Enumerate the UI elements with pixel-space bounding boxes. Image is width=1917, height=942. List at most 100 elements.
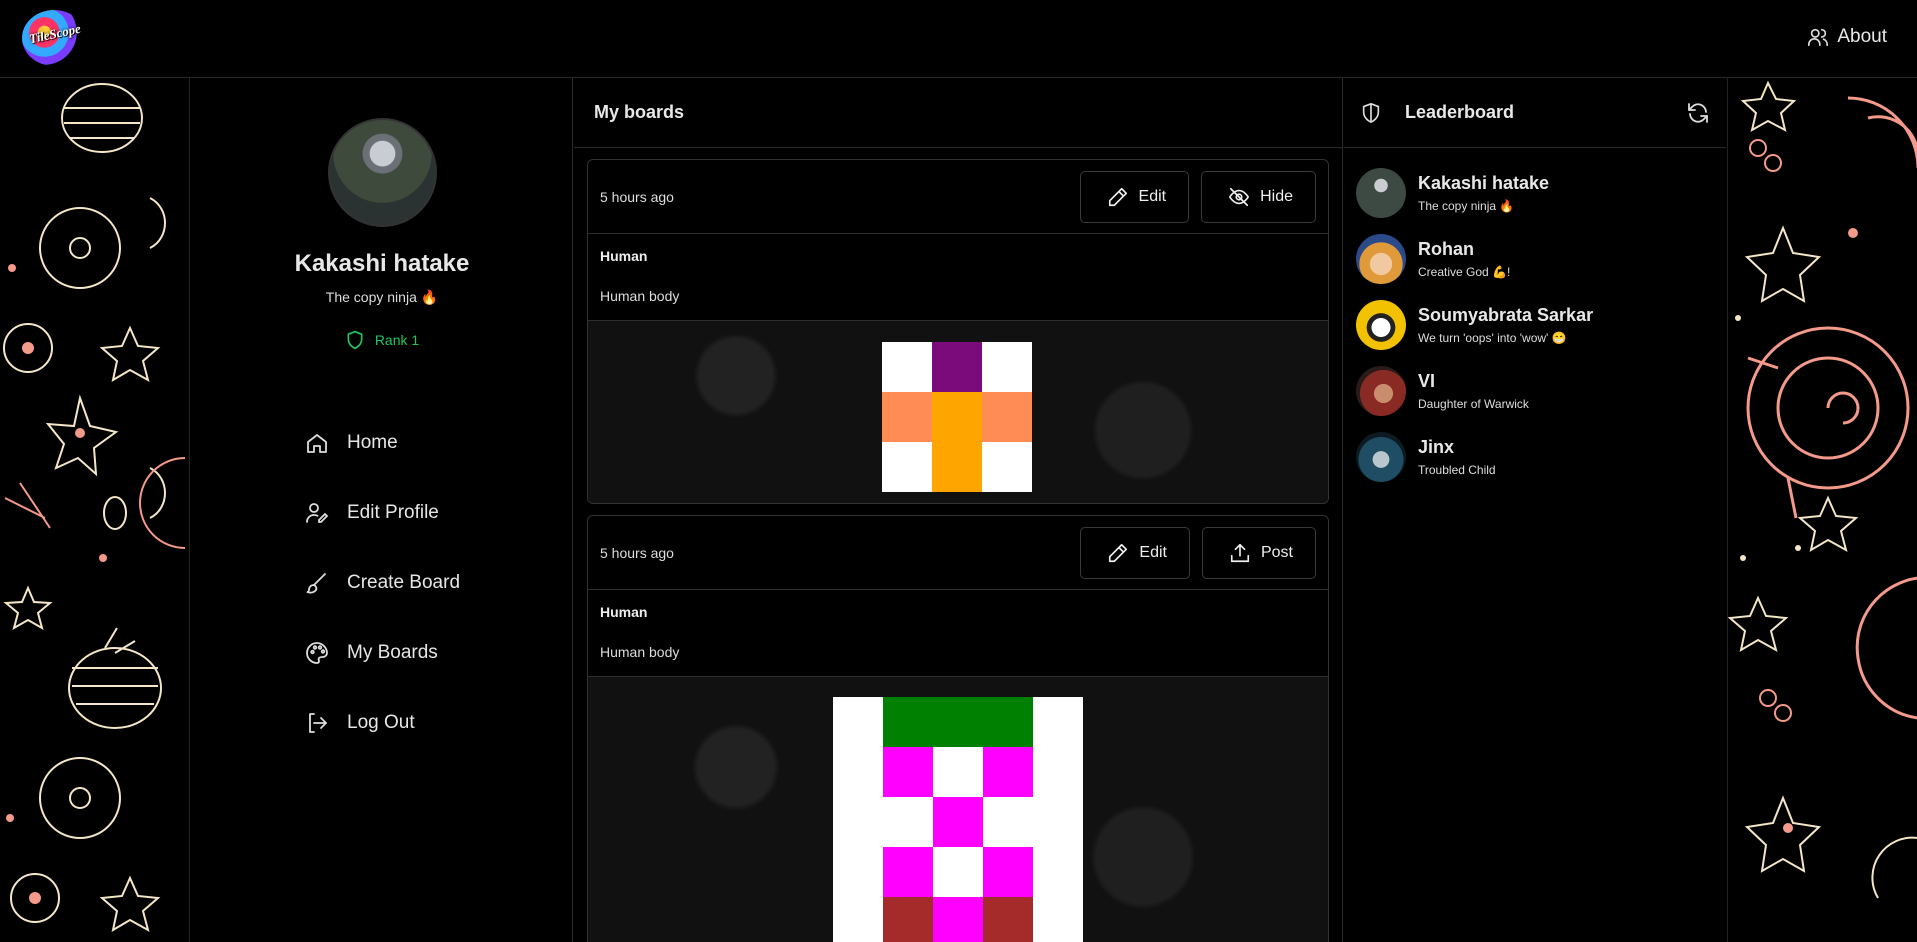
profile-avatar <box>328 118 437 227</box>
shield-icon <box>347 330 363 350</box>
profile-name: Kakashi hatake <box>294 250 470 277</box>
pixel-cell <box>932 392 982 442</box>
sidebar-item-label: Log Out <box>347 712 415 733</box>
sidebar-item-label: Create Board <box>347 572 461 593</box>
pixel-cell <box>933 697 983 747</box>
pixel-cell <box>883 747 933 797</box>
leaderboard-header: Leaderboard <box>1344 78 1726 148</box>
sidebar-nav: Home Edit Profile Create Board My Boards… <box>305 408 460 758</box>
profile-bio: The copy ninja 🔥 <box>325 289 439 305</box>
pixel-cell <box>833 747 883 797</box>
doodle-background-left <box>0 78 190 942</box>
brush-icon <box>306 573 326 594</box>
pixel-cell <box>982 442 1032 492</box>
sidebar-item-label: Edit Profile <box>347 502 439 523</box>
eye-off-icon <box>1228 187 1250 206</box>
board-description: Human body <box>600 644 680 660</box>
edit-button[interactable]: Edit <box>1079 170 1190 223</box>
pixel-cell <box>882 392 932 442</box>
avatar <box>1356 300 1406 350</box>
pixel-cell <box>1033 747 1083 797</box>
pixel-cell <box>983 847 1033 897</box>
leaderboard-name: Soumyabrata Sarkar <box>1418 305 1594 325</box>
board-info: Human Human body <box>588 234 1328 321</box>
pixel-cell <box>1033 847 1083 897</box>
board-preview[interactable] <box>588 321 1328 503</box>
sidebar-item-my-boards[interactable]: My Boards <box>305 618 460 688</box>
board-card-header: 5 hours ago Edit Post <box>588 516 1328 590</box>
pixel-cell <box>1033 897 1083 942</box>
user-edit-icon <box>306 503 329 523</box>
pixel-cell <box>932 342 982 392</box>
pixel-cell <box>983 747 1033 797</box>
logout-icon <box>309 713 327 733</box>
pixel-cell <box>1033 697 1083 747</box>
board-preview[interactable] <box>588 677 1328 942</box>
board-description: Human body <box>600 288 680 304</box>
leaderboard-row[interactable]: Kakashi hatake The copy ninja 🔥 <box>1344 160 1726 226</box>
rank-label: Rank 1 <box>374 332 420 348</box>
board-info: Human Human body <box>588 590 1328 677</box>
pixel-cell <box>1033 797 1083 847</box>
board-title: Human <box>600 248 648 264</box>
post-button[interactable]: Post <box>1201 526 1316 579</box>
pixel-grid <box>833 697 1083 942</box>
pixel-cell <box>883 697 933 747</box>
leaderboard-title: Leaderboard <box>1405 102 1515 122</box>
leaderboard-row[interactable]: Soumyabrata Sarkar We turn 'oops' into '… <box>1344 292 1726 358</box>
leaderboard-panel: Leaderboard Kakashi hatake The copy ninj… <box>1344 78 1726 942</box>
avatar <box>1356 432 1406 482</box>
sidebar-item-label: Home <box>347 432 398 453</box>
pencil-icon <box>1109 543 1128 562</box>
pixel-cell <box>882 442 932 492</box>
pixel-cell <box>932 442 982 492</box>
hide-button-label: Hide <box>1260 187 1293 205</box>
pixel-cell <box>883 897 933 942</box>
leaderboard-name: Rohan <box>1418 239 1474 259</box>
edit-button[interactable]: Edit <box>1080 526 1190 579</box>
pixel-cell <box>933 847 983 897</box>
avatar <box>1356 234 1406 284</box>
pixel-cell <box>883 847 933 897</box>
hide-button[interactable]: Hide <box>1201 170 1316 223</box>
board-timestamp: 5 hours ago <box>600 188 674 205</box>
avatar <box>1356 366 1406 416</box>
board-card-header: 5 hours ago Edit Hide <box>588 160 1328 234</box>
sidebar-item-home[interactable]: Home <box>305 408 460 478</box>
pixel-cell <box>933 797 983 847</box>
refresh-icon[interactable] <box>1686 101 1710 125</box>
board-card: 5 hours ago Edit Post Human Human body <box>587 515 1329 942</box>
board-timestamp: 5 hours ago <box>600 544 674 561</box>
sidebar-item-log-out[interactable]: Log Out <box>305 688 460 758</box>
upload-icon <box>1230 543 1250 562</box>
leaderboard-bio: Daughter of Warwick <box>1418 397 1529 411</box>
leaderboard-bio: The copy ninja 🔥 <box>1418 199 1515 213</box>
sidebar-item-edit-profile[interactable]: Edit Profile <box>305 478 460 548</box>
doodle-background-right <box>1727 78 1917 942</box>
leaderboard-bio: Creative God 💪! <box>1418 265 1511 279</box>
sidebar: Kakashi hatake The copy ninja 🔥 Rank 1 H… <box>191 78 573 942</box>
pixel-cell <box>833 697 883 747</box>
pixel-cell <box>833 897 883 942</box>
pixel-cell <box>933 897 983 942</box>
pixel-grid <box>882 342 1032 492</box>
rank-badge: Rank 1 <box>191 330 573 350</box>
pixel-cell <box>982 342 1032 392</box>
leaderboard-bio: We turn 'oops' into 'wow' 😁 <box>1418 331 1567 345</box>
leaderboard-row[interactable]: Jinx Troubled Child <box>1344 424 1726 490</box>
leaderboard-row[interactable]: Rohan Creative God 💪! <box>1344 226 1726 292</box>
leaderboard-name: Jinx <box>1418 437 1455 457</box>
pixel-cell <box>983 797 1033 847</box>
users-icon <box>1808 28 1829 47</box>
sidebar-item-create-board[interactable]: Create Board <box>305 548 460 618</box>
page-title: My boards <box>574 78 1342 148</box>
leaderboard-name: VI <box>1418 371 1436 391</box>
palette-icon <box>306 642 328 664</box>
about-link[interactable]: About <box>1807 26 1887 48</box>
sidebar-item-label: My Boards <box>347 642 438 663</box>
leaderboard-row[interactable]: VI Daughter of Warwick <box>1344 358 1726 424</box>
top-bar: TileScope About <box>0 0 1917 78</box>
pixel-cell <box>982 392 1032 442</box>
pixel-cell <box>983 697 1033 747</box>
pixel-cell <box>882 342 932 392</box>
